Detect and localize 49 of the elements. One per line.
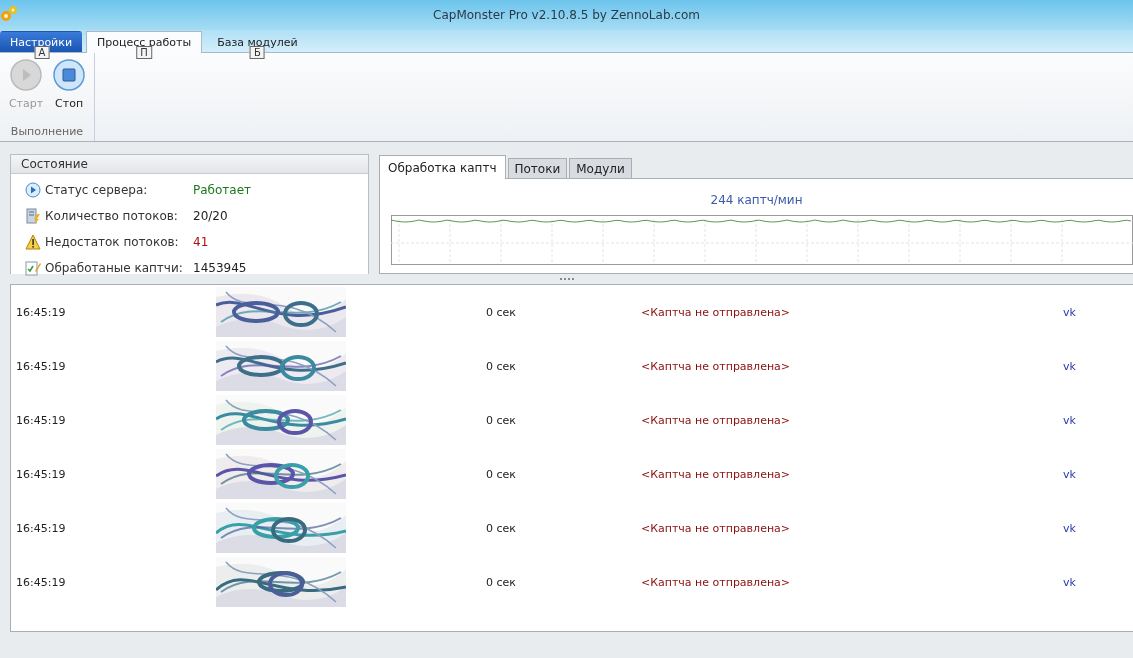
status-label: Статус сервера: (45, 183, 149, 197)
status-value: 20/20 (193, 209, 228, 223)
status-label: Обработаные каптчи: (45, 261, 184, 275)
status-value: 1453945 (193, 261, 247, 275)
table-cell: <Каптча не отправлена> (641, 575, 791, 589)
table-cell: <Каптча не отправлена> (641, 467, 791, 481)
rate-label: 244 каптч/мин (710, 193, 803, 207)
table-cell: 16:45:19 (16, 467, 66, 481)
server-icon (25, 208, 41, 224)
table-cell: <Каптча не отправлена> (641, 305, 791, 319)
table-cell: 16:45:19 (16, 521, 66, 535)
table-cell: vk (1063, 359, 1076, 373)
status-value: Работает (193, 183, 252, 197)
keytip-badge: А (34, 46, 50, 59)
table-cell: <Каптча не отправлена> (641, 413, 791, 427)
table-cell: vk (1063, 521, 1076, 535)
warning-icon (25, 234, 41, 250)
play-icon (10, 59, 42, 91)
window-title: CapMonster Pro v2.10.8.5 by ZennoLab.com (433, 8, 700, 22)
status-label: Недостаток потоков: (45, 235, 180, 249)
table-cell: <Каптча не отправлена> (641, 359, 791, 373)
chart-tab[interactable]: Обработка каптч (379, 155, 506, 179)
table-cell: <Каптча не отправлена> (641, 521, 791, 535)
keytip-badge: Б (249, 46, 265, 59)
stop-icon (53, 59, 86, 91)
play-circle-icon (25, 182, 41, 198)
chart-tab[interactable]: Модули (569, 158, 632, 178)
table-cell: 0 сек (486, 575, 516, 589)
table-cell: 16:45:19 (16, 359, 66, 373)
table-cell: 16:45:19 (16, 413, 66, 427)
table-cell: vk (1063, 413, 1076, 427)
chart-tab[interactable]: Потоки (507, 158, 568, 178)
table-cell: 0 сек (486, 359, 516, 373)
table-cell: vk (1063, 305, 1076, 319)
stop-button[interactable]: Стоп (50, 59, 89, 125)
table-cell: 0 сек (486, 305, 516, 319)
status-value: 41 (193, 235, 209, 249)
group-title: Выполнение (10, 125, 84, 140)
panel-header: Состояние (11, 155, 368, 174)
table-cell: vk (1063, 575, 1076, 589)
table-cell: 16:45:19 (16, 305, 66, 319)
gears-icon (0, 4, 18, 22)
table-cell: 0 сек (486, 521, 516, 535)
table-cell: 0 сек (486, 413, 516, 427)
table-cell: 16:45:19 (16, 575, 66, 589)
status-label: Количество потоков: (45, 209, 179, 223)
table-cell: vk (1063, 467, 1076, 481)
keytip-badge: П (136, 46, 152, 59)
table-cell: 0 сек (486, 467, 516, 481)
